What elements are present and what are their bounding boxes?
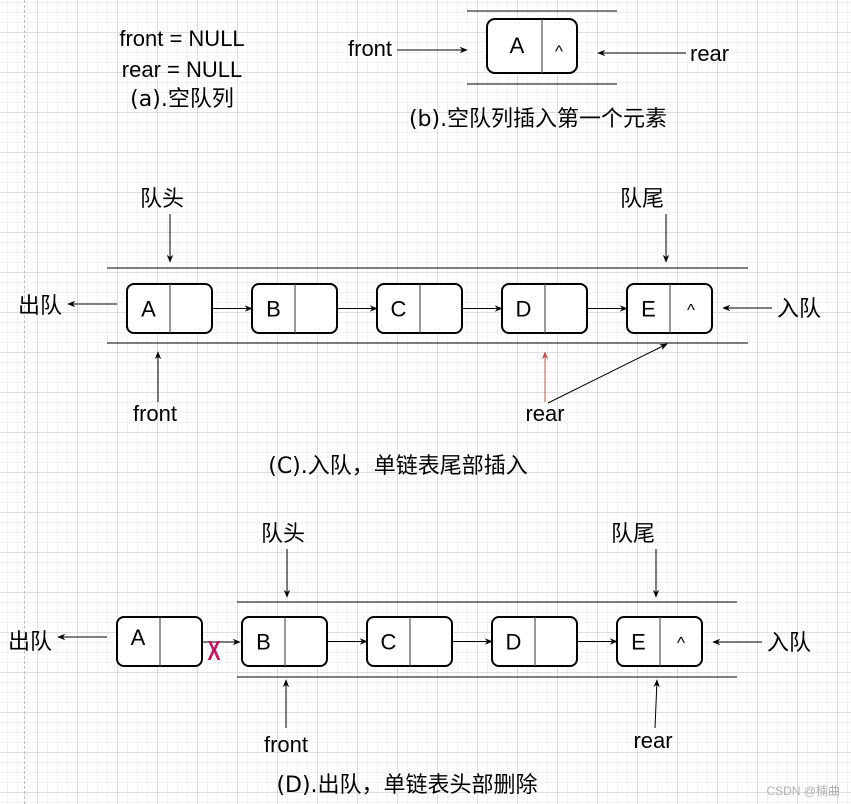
watermark: CSDN @楠曲 bbox=[766, 783, 840, 798]
node-data: D bbox=[516, 297, 532, 322]
node-data: C bbox=[391, 297, 407, 322]
removed-node: A bbox=[116, 616, 203, 667]
null-pointer-icon: ^ bbox=[687, 301, 695, 320]
node-data: C bbox=[381, 630, 397, 655]
node-data: A bbox=[510, 33, 525, 58]
enqueue-label: 入队 bbox=[777, 297, 821, 322]
node-d: D bbox=[491, 616, 578, 667]
null-pointer-icon: ^ bbox=[555, 42, 563, 61]
node-e: E ^ bbox=[626, 283, 713, 334]
panel-c: 队头 队尾 出队 入队 A B C D E ^ front rear (C).入队，单链表… bbox=[18, 187, 821, 479]
rear-label: rear bbox=[525, 401, 564, 426]
rear-label: rear bbox=[633, 728, 672, 753]
node-data: E bbox=[641, 297, 656, 322]
node-e: E ^ bbox=[616, 616, 703, 667]
caption-d: (D).出队，单链表头部删除 bbox=[276, 773, 537, 798]
node-list: A B C D E ^ bbox=[126, 283, 713, 334]
dequeue-label: 出队 bbox=[8, 630, 52, 655]
linked-queue-diagram: front = NULL rear = NULL (a).空队列 A ^ fro… bbox=[8, 10, 840, 798]
front-label: front bbox=[133, 401, 177, 426]
queue-tail-label: 队尾 bbox=[620, 187, 664, 212]
node-b: B bbox=[251, 283, 338, 334]
rear-label: rear bbox=[690, 41, 729, 66]
enqueue-label: 入队 bbox=[767, 631, 811, 656]
panel-b: A ^ front rear (b).空队列插入第一个元素 bbox=[348, 10, 729, 132]
dequeue-label: 出队 bbox=[18, 294, 62, 319]
node-data: E bbox=[631, 630, 646, 655]
caption-a: (a).空队列 bbox=[130, 87, 234, 112]
node-list: B C D E ^ bbox=[241, 616, 703, 667]
node-a: A bbox=[126, 283, 213, 334]
node-box bbox=[486, 18, 578, 74]
panel-d: 队头 队尾 出队 入队 A X B C D E ^ front rear (D).出队，… bbox=[8, 522, 811, 798]
node-c: C bbox=[376, 283, 463, 334]
node-a: A ^ bbox=[486, 18, 578, 74]
front-null-label: front = NULL bbox=[119, 26, 244, 51]
rear-arrow bbox=[653, 679, 660, 729]
new-rear-arrow bbox=[547, 343, 668, 404]
node-c: C bbox=[366, 616, 453, 667]
node-data: B bbox=[266, 297, 281, 322]
node-data: D bbox=[506, 630, 522, 655]
delete-mark-icon: X bbox=[207, 636, 220, 667]
panel-a: front = NULL rear = NULL (a).空队列 bbox=[119, 26, 244, 112]
caption-c: (C).入队，单链表尾部插入 bbox=[268, 454, 528, 479]
node-b: B bbox=[241, 616, 328, 667]
queue-head-label: 队头 bbox=[261, 522, 305, 547]
node-data: A bbox=[141, 297, 156, 322]
null-pointer-icon: ^ bbox=[677, 634, 685, 653]
front-label: front bbox=[348, 36, 392, 61]
caption-b: (b).空队列插入第一个元素 bbox=[409, 107, 667, 132]
node-data: A bbox=[131, 625, 146, 650]
queue-head-label: 队头 bbox=[140, 187, 184, 212]
node-data: B bbox=[256, 630, 271, 655]
rear-null-label: rear = NULL bbox=[122, 57, 242, 82]
front-label: front bbox=[264, 732, 308, 757]
queue-tail-label: 队尾 bbox=[611, 522, 655, 547]
node-d: D bbox=[501, 283, 588, 334]
